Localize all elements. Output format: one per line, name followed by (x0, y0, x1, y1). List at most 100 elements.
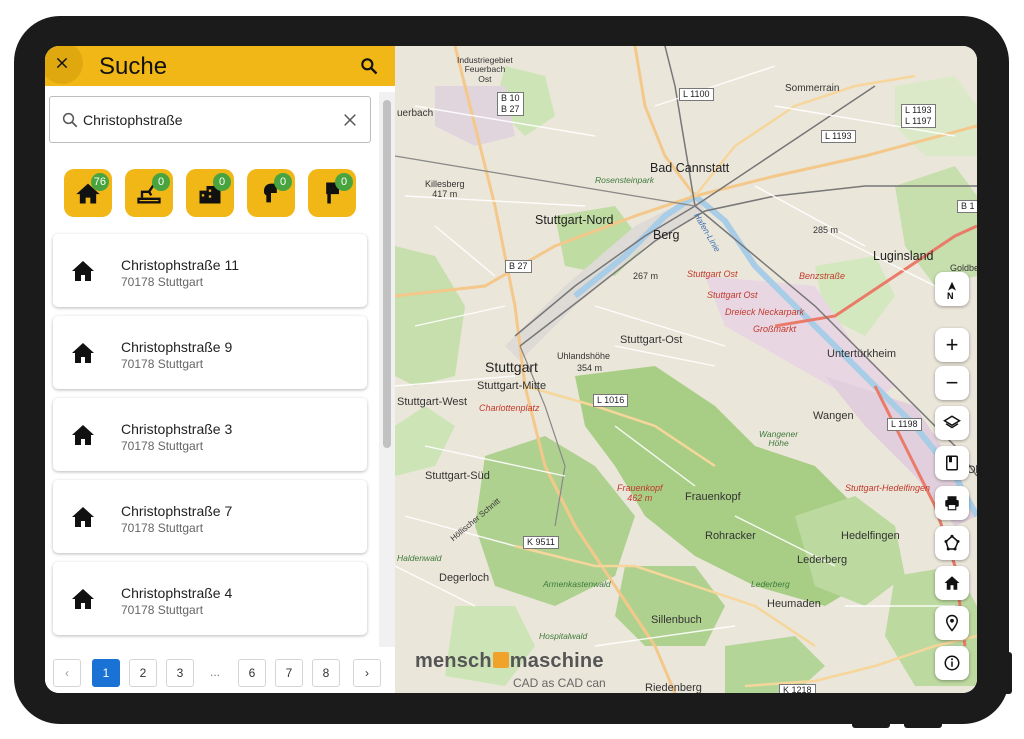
info-button[interactable] (935, 646, 969, 680)
map-label: Rohracker (705, 530, 756, 542)
category-addresses-button[interactable]: 76 (64, 169, 112, 217)
house-icon (72, 261, 94, 281)
page-button-3[interactable]: 3 (166, 659, 194, 687)
list-item[interactable]: Christophstraße 3 70178 Stuttgart (53, 398, 367, 471)
result-title: Christophstraße 7 (121, 503, 233, 519)
next-page-button[interactable]: › (353, 659, 381, 687)
road-badge: B 27 (505, 260, 532, 273)
page-button-6[interactable]: 6 (238, 659, 266, 687)
north-label: N (947, 291, 954, 301)
list-item[interactable]: Christophstraße 11 70178 Stuttgart (53, 234, 367, 307)
clear-icon[interactable] (342, 112, 358, 128)
map-label: Stuttgart Ost (687, 269, 738, 279)
map-label: Untertürkheim (827, 348, 897, 360)
home-button[interactable] (935, 566, 969, 600)
map-label: Bad Cannstatt (650, 161, 730, 175)
list-item[interactable]: Christophstraße 9 70178 Stuttgart (53, 316, 367, 389)
map-label: Uhlandshöhe (557, 351, 611, 361)
house-icon (72, 589, 94, 609)
map-label: 267 m (633, 271, 659, 281)
map-label: Haldenwald (397, 553, 442, 563)
list-item[interactable]: Christophstraße 7 70178 Stuttgart (53, 480, 367, 553)
road-badge: L 1198 (887, 418, 922, 431)
map-label: Stuttgart-Nord (535, 213, 614, 227)
map-label: 354 m (577, 363, 603, 373)
map-label: Lederberg (797, 554, 848, 566)
volume-button (904, 720, 942, 728)
house-icon (72, 507, 94, 527)
north-arrow-button[interactable]: N (935, 272, 969, 306)
map-view[interactable]: uerbach Industriegebiet Feuerbach Ost So… (395, 46, 977, 693)
power-button (1002, 652, 1012, 694)
map-label: Sommerrain (785, 83, 840, 94)
scrollbar-thumb[interactable] (383, 100, 391, 448)
bookmark-button[interactable] (935, 446, 969, 480)
map-label: Stuttgart (485, 359, 538, 375)
search-input[interactable] (83, 106, 333, 134)
map-label: Frauenkopf 462 m (617, 483, 663, 503)
page-button-8[interactable]: 8 (312, 659, 340, 687)
map-label: Benzstraße (799, 271, 846, 281)
page-button-1[interactable]: 1 (92, 659, 120, 687)
pagination: ‹ 1 2 3 ... 6 7 8 › (45, 647, 395, 693)
road-badge: K 1218 (779, 684, 816, 693)
road-badge: B 1 (957, 200, 977, 213)
count-badge: 0 (152, 173, 170, 191)
map-label: Degerloch (439, 572, 490, 584)
category-flags-button[interactable]: 0 (308, 169, 356, 217)
count-badge: 0 (335, 173, 353, 191)
map-label: Luginsland (873, 249, 934, 263)
page-button-2[interactable]: 2 (129, 659, 157, 687)
results-scrollbar[interactable] (379, 92, 395, 647)
count-badge: 0 (274, 173, 292, 191)
map-label: Stuttgart-Mitte (477, 380, 547, 392)
bookmark-book-icon (946, 455, 958, 471)
volume-button (852, 720, 890, 728)
list-item[interactable]: Christophstraße 4 70178 Stuttgart (53, 562, 367, 635)
map-label: uerbach (397, 108, 434, 119)
layers-icon (943, 415, 961, 429)
map-label: Dreieck Neckarpark (725, 307, 805, 317)
home-icon (944, 576, 960, 590)
map-label: Frauenkopf (685, 491, 741, 503)
location-pin-icon (945, 614, 959, 632)
polygon-measure-icon (944, 534, 960, 551)
page-title: Suche (99, 53, 168, 80)
brand-logo: mensch maschine (415, 650, 604, 673)
panel-header: Suche (45, 46, 395, 86)
layers-button[interactable] (935, 406, 969, 440)
location-button[interactable] (935, 606, 969, 640)
map-label: Heumaden (767, 598, 821, 610)
result-title: Christophstraße 4 (121, 585, 233, 601)
search-field (49, 96, 371, 143)
page-button-7[interactable]: 7 (275, 659, 303, 687)
logo-text: maschine (509, 650, 604, 672)
zoom-out-button[interactable]: − (935, 366, 969, 400)
map-label: Sillenbuch (651, 614, 702, 626)
zoom-in-button[interactable]: + (935, 328, 969, 362)
logo-tagline: CAD as CAD can (513, 676, 606, 690)
map-label: Stuttgart-Ost (620, 334, 683, 346)
result-title: Christophstraße 11 (121, 257, 240, 273)
search-icon[interactable] (359, 56, 379, 76)
map-label: Rosensteinpark (595, 175, 655, 185)
map-label: Riedenberg (645, 682, 702, 693)
measure-button[interactable] (935, 526, 969, 560)
category-poi-button[interactable]: 0 (247, 169, 295, 217)
map-label: Großmarkt (753, 324, 797, 334)
close-panel-button[interactable] (45, 46, 83, 84)
result-subtitle: 70178 Stuttgart (121, 521, 204, 535)
search-panel: Suche 76 0 0 0 (45, 46, 395, 693)
print-button[interactable] (935, 486, 969, 520)
map-label: Stuttgart-West (397, 396, 468, 408)
category-buildings-button[interactable]: 0 (186, 169, 234, 217)
map-label: Hospitalwald (539, 631, 588, 641)
map-label: Stuttgart-Süd (425, 470, 490, 482)
result-subtitle: 70178 Stuttgart (121, 439, 204, 453)
printer-icon (945, 496, 959, 511)
search-icon (62, 112, 78, 128)
prev-page-button[interactable]: ‹ (53, 659, 81, 687)
plus-icon: + (945, 332, 959, 357)
category-construction-button[interactable]: 0 (125, 169, 173, 217)
count-badge: 0 (213, 173, 231, 191)
